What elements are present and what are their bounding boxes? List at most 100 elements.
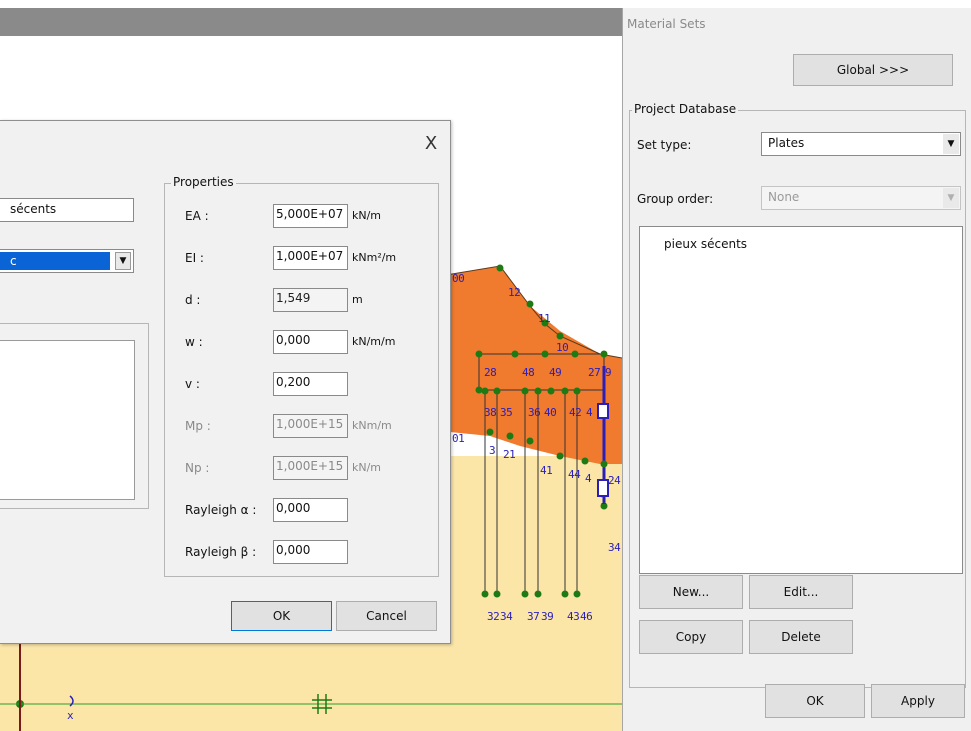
node [486, 428, 494, 436]
nu-input[interactable]: 0,200 [273, 372, 348, 396]
property-label: Mp : [185, 419, 211, 433]
node-label: 40 [544, 406, 557, 419]
node-label: 11 [538, 312, 551, 325]
property-unit: kN/m [352, 209, 382, 222]
chevron-down-icon[interactable]: ▼ [943, 134, 959, 154]
property-rayleigh-alpha-row: Rayleigh α : 0,000 [165, 498, 438, 524]
node [475, 350, 483, 358]
property-unit: m [352, 293, 363, 306]
np-input: 1,000E+15 [273, 456, 348, 480]
property-label: Rayleigh β : [185, 545, 257, 559]
material-type-select[interactable]: c ▼ [0, 249, 134, 273]
group-order-label: Group order: [637, 192, 714, 206]
node [506, 432, 514, 440]
node [496, 264, 504, 272]
edit-button[interactable]: Edit... [749, 575, 853, 609]
node-label: 27 [588, 366, 601, 379]
property-unit: kN/m [352, 461, 382, 474]
copy-button[interactable]: Copy [639, 620, 743, 654]
rayleigh-beta-input[interactable]: 0,000 [273, 540, 348, 564]
viewport-title-bar [0, 8, 622, 36]
list-item[interactable]: pieux sécents [664, 237, 747, 251]
node-label: 41 [540, 464, 553, 477]
node-label: 49 [549, 366, 562, 379]
comments-textarea[interactable] [0, 340, 135, 500]
property-rayleigh-beta-row: Rayleigh β : 0,000 [165, 540, 438, 566]
ei-input[interactable]: 1,000E+07 [273, 246, 348, 270]
group-order-value: None [768, 190, 800, 204]
global-button[interactable]: Global >>> [793, 54, 953, 86]
property-unit: kN/m/m [352, 335, 396, 348]
node [556, 452, 564, 460]
node-label: 1 [600, 494, 607, 507]
node [526, 300, 534, 308]
material-sets-panel: Material Sets Global >>> Project Databas… [622, 8, 971, 731]
node-label: 01 [452, 432, 465, 445]
node-label: 9 [605, 366, 612, 379]
node [571, 350, 579, 358]
node [493, 590, 501, 598]
mp-input: 1,000E+15 [273, 414, 348, 438]
node-label: 39 [541, 610, 554, 623]
node [556, 332, 564, 340]
w-input[interactable]: 0,000 [273, 330, 348, 354]
node [547, 387, 555, 395]
cancel-button[interactable]: Cancel [336, 601, 437, 631]
plate-wall-marker [597, 403, 609, 419]
property-label: Rayleigh α : [185, 503, 257, 517]
node-label: 36 [528, 406, 541, 419]
axis-x-label: x [67, 709, 74, 722]
node [521, 590, 529, 598]
property-label: Np : [185, 461, 210, 475]
ok-button[interactable]: OK [765, 684, 865, 718]
node-label: 48 [522, 366, 535, 379]
property-label: d : [185, 293, 201, 307]
node-label: 32 [487, 610, 500, 623]
project-database-label: Project Database [632, 102, 739, 116]
panel-title: Material Sets [627, 17, 706, 31]
node-label: 4 [585, 472, 592, 485]
node-label: 44 [568, 468, 581, 481]
node [526, 437, 534, 445]
node-label: 46 [580, 610, 593, 623]
node [541, 350, 549, 358]
node-label: 4 [586, 406, 593, 419]
node-label: 34 [500, 610, 513, 623]
property-d-row: d : 1,549 m [165, 288, 438, 314]
node [511, 350, 519, 358]
property-ea-row: EA : 5,000E+07 kN/m [165, 204, 438, 230]
d-input: 1,549 [273, 288, 348, 312]
close-button[interactable]: X [420, 133, 442, 155]
node-label: 3 [489, 444, 496, 457]
node-label: 34 [608, 541, 621, 554]
node-label: 12 [508, 286, 521, 299]
chevron-down-icon[interactable]: ▼ [115, 252, 131, 270]
set-type-select[interactable]: Plates ▼ [761, 132, 961, 156]
node-label: 28 [484, 366, 497, 379]
node-label: 43 [567, 610, 580, 623]
rayleigh-alpha-input[interactable]: 0,000 [273, 498, 348, 522]
node-label: 21 [503, 448, 516, 461]
chevron-down-icon: ▼ [943, 188, 959, 208]
ea-input[interactable]: 5,000E+07 [273, 204, 348, 228]
node [600, 350, 608, 358]
property-ei-row: EI : 1,000E+07 kNm²/m [165, 246, 438, 272]
new-button[interactable]: New... [639, 575, 743, 609]
node-label: 00 [452, 272, 465, 285]
set-type-label: Set type: [637, 138, 692, 152]
comments-group [0, 323, 149, 509]
property-label: w : [185, 335, 203, 349]
node [561, 387, 569, 395]
node [561, 590, 569, 598]
node [493, 387, 501, 395]
material-set-list[interactable]: pieux sécents [639, 226, 963, 574]
delete-button[interactable]: Delete [749, 620, 853, 654]
node [573, 590, 581, 598]
apply-button[interactable]: Apply [871, 684, 965, 718]
node [581, 457, 589, 465]
property-w-row: w : 0,000 kN/m/m [165, 330, 438, 356]
group-order-select: None ▼ [761, 186, 961, 210]
material-name-input[interactable]: sécents [0, 198, 134, 222]
ok-button[interactable]: OK [231, 601, 332, 631]
node-label: 38 [484, 406, 497, 419]
